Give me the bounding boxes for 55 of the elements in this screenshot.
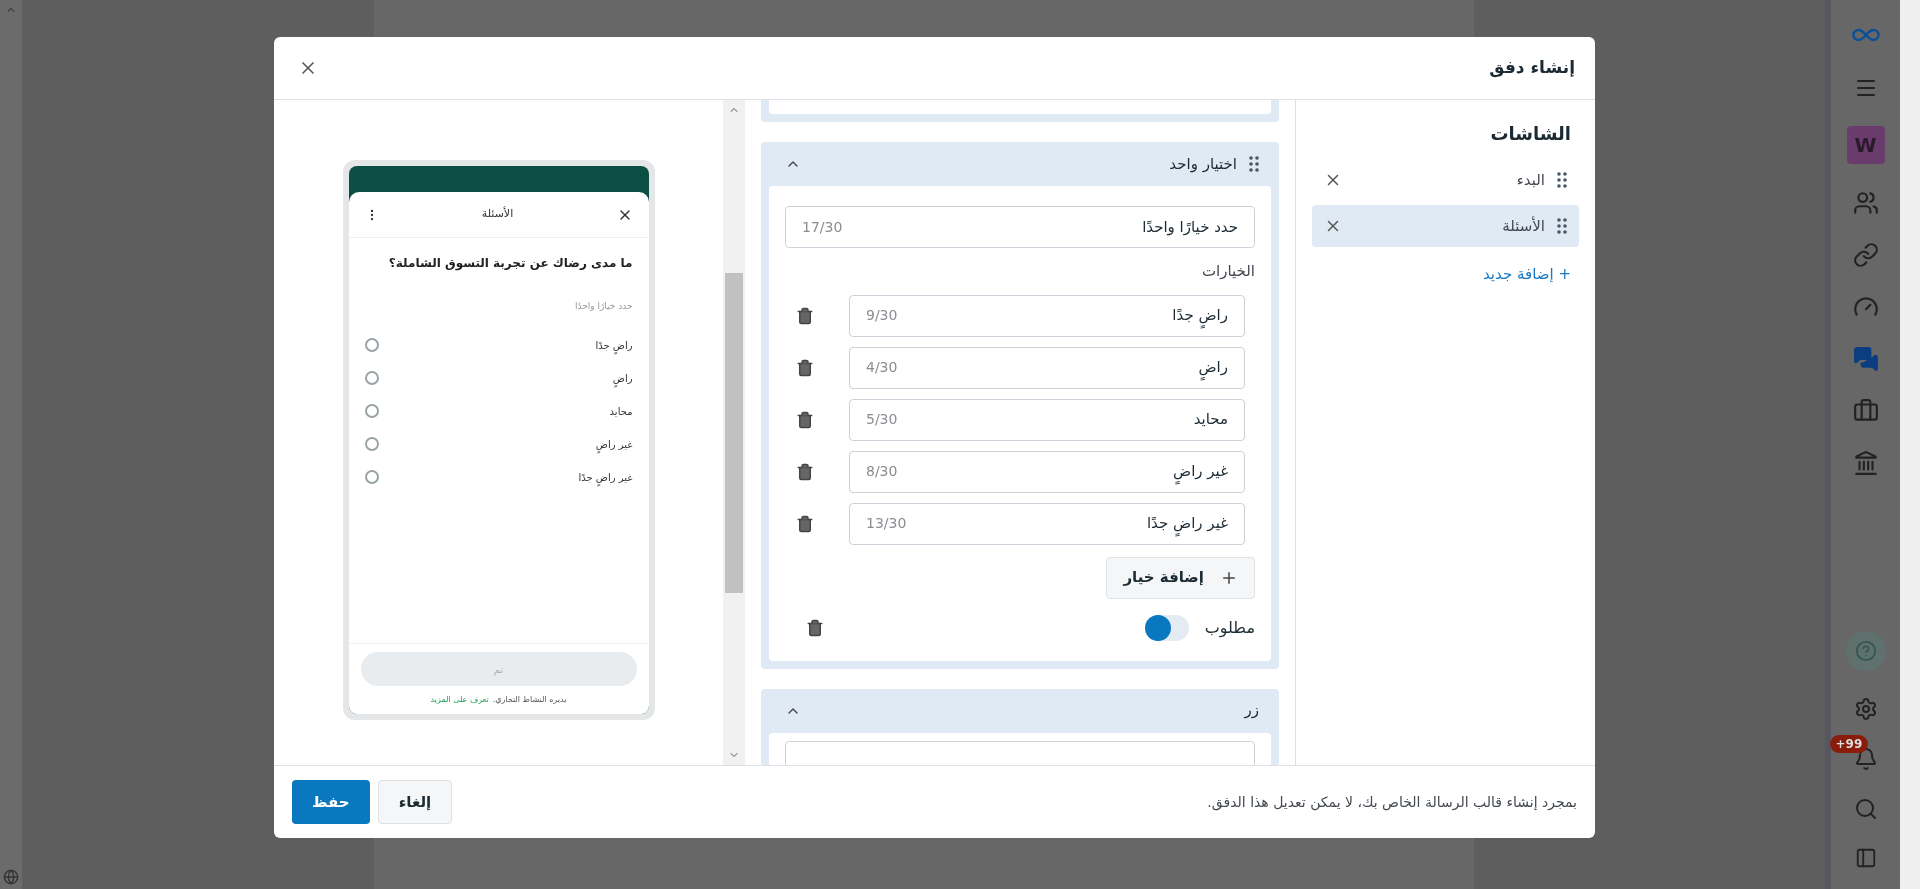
options-label: الخيارات bbox=[1200, 261, 1255, 282]
scrollbar[interactable] bbox=[1900, 0, 1920, 889]
character-counter: 5/30 bbox=[866, 410, 898, 429]
preview-hint: حدد خيارًا واحدًا bbox=[573, 300, 633, 313]
preview-title: الأسئلة bbox=[481, 206, 514, 223]
screen-label: البدء bbox=[1516, 169, 1545, 191]
field-value: محايد bbox=[1193, 409, 1228, 431]
search-icon[interactable] bbox=[1853, 797, 1878, 821]
bell-icon[interactable] bbox=[1853, 747, 1878, 771]
preview-option: غير راضٍ bbox=[595, 436, 633, 452]
section-title: زر bbox=[1244, 700, 1259, 722]
footer-note: بمجرد إنشاء قالب الرسالة الخاص بك، لا يمكن تعديل هذا الدفق. bbox=[1207, 792, 1577, 813]
cancel-button[interactable]: إلغاء bbox=[377, 780, 453, 824]
character-counter: 17/30 bbox=[802, 217, 843, 237]
drag-handle-icon[interactable] bbox=[1557, 218, 1567, 234]
settings-icon[interactable] bbox=[1853, 697, 1878, 721]
help-icon bbox=[1854, 640, 1877, 662]
preview-question: ما مدى رضاك عن تجربة التسوق الشاملة؟ bbox=[387, 255, 633, 272]
bank-building-icon[interactable] bbox=[1852, 450, 1879, 476]
drag-handle-icon[interactable] bbox=[1249, 156, 1259, 172]
notification-badge: +99 bbox=[1829, 735, 1869, 753]
drag-handle-icon[interactable] bbox=[1557, 172, 1567, 188]
save-button[interactable]: حفظ bbox=[292, 780, 370, 824]
briefcase-icon[interactable] bbox=[1852, 398, 1879, 424]
help-button[interactable] bbox=[1845, 631, 1886, 671]
field-value: غير راضٍ جدًا bbox=[1146, 512, 1228, 535]
preview-option: محايد bbox=[609, 403, 633, 419]
add-option-button[interactable]: إضافة خيار bbox=[1106, 556, 1255, 599]
screen-item[interactable]: الأسئلة bbox=[1312, 205, 1579, 247]
section-title: اختيار واحد bbox=[1169, 153, 1237, 175]
screen-label: الأسئلة bbox=[1502, 215, 1545, 237]
add-screen-link[interactable]: + إضافة جديد bbox=[1483, 263, 1579, 286]
panel-toggle-icon[interactable] bbox=[1854, 847, 1877, 869]
character-counter: 9/30 bbox=[866, 306, 898, 325]
globe-icon[interactable] bbox=[3, 869, 19, 885]
scrollbar[interactable] bbox=[0, 0, 22, 889]
character-counter: 4/30 bbox=[866, 358, 898, 377]
scrollbar[interactable] bbox=[723, 100, 745, 765]
preview-option: راضٍ جدًا bbox=[595, 337, 633, 353]
managed-by-text: يديره النشاط التجاري. bbox=[492, 694, 567, 706]
chat-bubbles-icon[interactable] bbox=[1852, 346, 1879, 372]
required-label: مطلوب bbox=[1204, 616, 1255, 640]
character-counter: 8/30 bbox=[866, 462, 898, 481]
screens-heading: الشاشات bbox=[1489, 122, 1572, 146]
character-counter: 13/30 bbox=[866, 514, 907, 533]
required-toggle[interactable] bbox=[1144, 614, 1189, 641]
preview-option: راضٍ bbox=[612, 370, 633, 386]
field-value: راضٍ bbox=[1198, 356, 1228, 379]
field-value: حدد خيارًا واحدًا bbox=[1142, 216, 1238, 238]
preview-option: غير راضٍ جدًا bbox=[578, 469, 633, 485]
modal-title: إنشاء دفق bbox=[1489, 56, 1575, 80]
people-icon[interactable] bbox=[1852, 190, 1879, 216]
field-value: غير راضٍ bbox=[1173, 460, 1228, 483]
link-icon[interactable] bbox=[1852, 242, 1879, 268]
field-value: راضٍ جدًا bbox=[1172, 304, 1228, 327]
